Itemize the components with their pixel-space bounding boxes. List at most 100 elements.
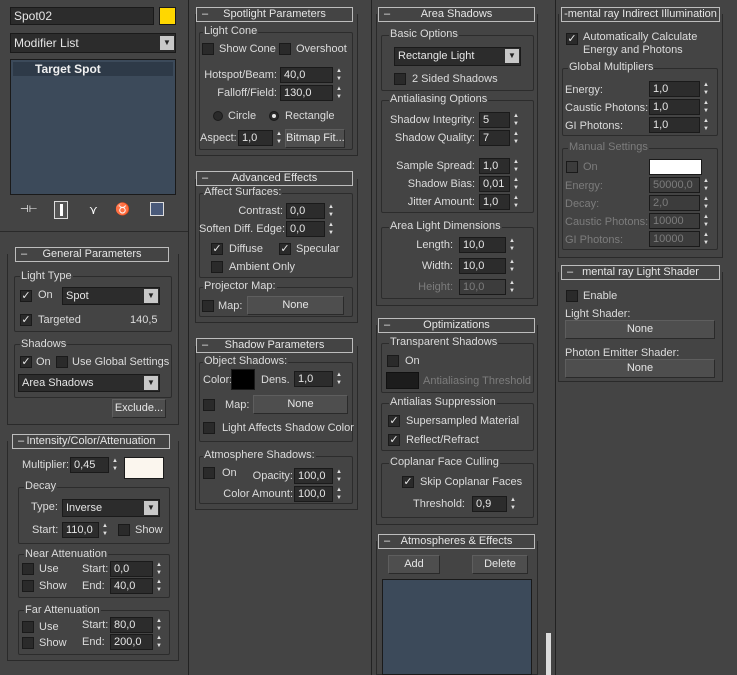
soften-value[interactable]: 0,0 xyxy=(286,221,325,237)
soften-spinner[interactable]: 0,0 ▲ ▼ xyxy=(286,221,336,237)
near-start-spinner[interactable]: 0,0 ▲ ▼ xyxy=(110,561,164,577)
shadow-map-button[interactable]: None xyxy=(253,395,348,414)
area-light-type-dropdown[interactable]: Rectangle Light ▼ xyxy=(394,47,521,66)
remove-modifier-icon[interactable]: ♉ xyxy=(115,202,130,216)
diffuse-checkbox[interactable]: ✓ xyxy=(211,243,223,255)
projector-map-checkbox[interactable] xyxy=(202,300,214,312)
threshold-spinner[interactable]: 0,9 ▲ ▼ xyxy=(472,496,518,512)
contrast-value[interactable]: 0,0 xyxy=(286,203,325,219)
ambient-only-checkbox[interactable] xyxy=(211,261,223,273)
decay-start-value[interactable]: 110,0 xyxy=(62,522,99,538)
skip-coplanar-faces-checkbox[interactable]: ✓ xyxy=(402,476,414,488)
shadows-on-checkbox[interactable]: ✓ xyxy=(20,356,32,368)
shadow-integrity-spinner[interactable]: 5 ▲ ▼ xyxy=(479,112,521,128)
modifier-list-dropdown[interactable]: Modifier List ▼ xyxy=(10,33,176,53)
general-parameters-header[interactable]: – General Parameters xyxy=(15,247,169,262)
shadow-quality-value[interactable]: 7 xyxy=(479,130,510,146)
indirect-illumination-header[interactable]: -mental ray Indirect Illumination xyxy=(561,7,720,22)
near-use-checkbox[interactable] xyxy=(22,563,34,575)
projector-map-button[interactable]: None xyxy=(247,296,344,315)
color-amount-spinner[interactable]: 100,0 ▲ ▼ xyxy=(294,486,344,502)
color-amount-value[interactable]: 100,0 xyxy=(294,486,333,502)
light-color-swatch[interactable] xyxy=(124,457,164,479)
near-end-value[interactable]: 40,0 xyxy=(110,578,153,594)
light-shader-header[interactable]: – mental ray Light Shader xyxy=(561,265,720,280)
shadow-bias-spinner[interactable]: 0,01 ▲ ▼ xyxy=(479,176,521,192)
multiplier-value[interactable]: 0,45 xyxy=(70,457,109,473)
length-spinner[interactable]: 10,0 ▲ ▼ xyxy=(459,237,517,253)
intensity-header[interactable]: – Intensity/Color/Attenuation xyxy=(12,434,170,449)
falloff-spinner[interactable]: 130,0 ▲ ▼ xyxy=(280,85,344,101)
photon-emitter-button[interactable]: None xyxy=(565,359,715,378)
object-color-swatch[interactable] xyxy=(159,7,176,25)
light-shader-button[interactable]: None xyxy=(565,320,715,339)
specular-checkbox[interactable]: ✓ xyxy=(279,243,291,255)
rectangle-radio[interactable] xyxy=(269,111,279,121)
light-affects-shadow-checkbox[interactable] xyxy=(203,422,215,434)
energy-value[interactable]: 1,0 xyxy=(649,81,700,97)
width-value[interactable]: 10,0 xyxy=(459,258,506,274)
near-start-value[interactable]: 0,0 xyxy=(110,561,153,577)
shadow-parameters-header[interactable]: – Shadow Parameters xyxy=(196,338,353,353)
far-use-checkbox[interactable] xyxy=(22,621,34,633)
far-show-checkbox[interactable] xyxy=(22,637,34,649)
far-start-value[interactable]: 80,0 xyxy=(110,617,153,633)
make-unique-icon[interactable]: ⋎ xyxy=(89,203,103,217)
light-on-checkbox[interactable]: ✓ xyxy=(20,290,32,302)
atmospheres-list[interactable] xyxy=(382,579,532,675)
far-start-spinner[interactable]: 80,0 ▲ ▼ xyxy=(110,617,164,633)
light-type-dropdown[interactable]: Spot ▼ xyxy=(62,287,160,305)
pin-stack-icon[interactable]: ⊣⊢ xyxy=(20,204,37,216)
bitmap-fit-button[interactable]: Bitmap Fit... xyxy=(285,129,345,148)
shadow-density-value[interactable]: 1,0 xyxy=(294,371,333,387)
near-end-spinner[interactable]: 40,0 ▲ ▼ xyxy=(110,578,164,594)
show-end-result-icon[interactable] xyxy=(54,201,68,219)
aspect-value[interactable]: 1,0 xyxy=(238,130,273,146)
caustic-photons-spinner[interactable]: 1,0 ▲ ▼ xyxy=(649,99,711,115)
exclude-button[interactable]: Exclude... xyxy=(112,399,166,418)
auto-calculate-checkbox[interactable]: ✓ xyxy=(566,33,578,45)
jitter-amount-spinner[interactable]: 1,0 ▲ ▼ xyxy=(479,194,521,210)
decay-start-spinner[interactable]: 110,0 ▲ ▼ xyxy=(62,522,110,538)
targeted-checkbox[interactable]: ✓ xyxy=(20,314,32,326)
shadow-type-dropdown[interactable]: Area Shadows ▼ xyxy=(18,374,160,392)
opacity-value[interactable]: 100,0 xyxy=(294,468,333,484)
far-end-value[interactable]: 200,0 xyxy=(110,634,153,650)
shadow-density-spinner[interactable]: 1,0 ▲ ▼ xyxy=(294,371,344,387)
add-atmosphere-button[interactable]: Add xyxy=(388,555,440,574)
threshold-value[interactable]: 0,9 xyxy=(472,496,507,512)
width-spinner[interactable]: 10,0 ▲ ▼ xyxy=(459,258,517,274)
show-cone-checkbox[interactable] xyxy=(202,43,214,55)
optimizations-header[interactable]: – Optimizations xyxy=(378,318,535,333)
opacity-spinner[interactable]: 100,0 ▲ ▼ xyxy=(294,468,344,484)
energy-spinner[interactable]: 1,0 ▲ ▼ xyxy=(649,81,711,97)
decay-type-dropdown[interactable]: Inverse ▼ xyxy=(62,499,160,517)
falloff-value[interactable]: 130,0 xyxy=(280,85,333,101)
panel-scrollbar[interactable] xyxy=(546,633,551,675)
gi-photons-spinner[interactable]: 1,0 ▲ ▼ xyxy=(649,117,711,133)
decay-show-checkbox[interactable] xyxy=(118,524,130,536)
atmosphere-on-checkbox[interactable] xyxy=(203,467,215,479)
overshoot-checkbox[interactable] xyxy=(279,43,291,55)
near-show-checkbox[interactable] xyxy=(22,580,34,592)
multiplier-spinner[interactable]: 0,45 ▲ ▼ xyxy=(70,457,120,473)
transparent-on-checkbox[interactable] xyxy=(387,355,399,367)
reflect-refract-checkbox[interactable]: ✓ xyxy=(388,434,400,446)
far-end-spinner[interactable]: 200,0 ▲ ▼ xyxy=(110,634,164,650)
aspect-spinner[interactable]: 1,0 ▲ ▼ xyxy=(238,130,284,146)
two-sided-shadows-checkbox[interactable] xyxy=(394,73,406,85)
gi-photons-value[interactable]: 1,0 xyxy=(649,117,700,133)
caustic-photons-value[interactable]: 1,0 xyxy=(649,99,700,115)
circle-radio[interactable] xyxy=(213,111,223,121)
shadow-integrity-value[interactable]: 5 xyxy=(479,112,510,128)
modifier-stack[interactable]: Target Spot xyxy=(10,59,176,195)
stack-item-target-spot[interactable]: Target Spot xyxy=(13,62,173,76)
configure-sets-icon[interactable] xyxy=(150,202,164,216)
advanced-effects-header[interactable]: – Advanced Effects xyxy=(196,171,353,186)
shadow-quality-spinner[interactable]: 7 ▲ ▼ xyxy=(479,130,521,146)
spotlight-parameters-header[interactable]: – Spotlight Parameters xyxy=(196,7,353,22)
hotspot-value[interactable]: 40,0 xyxy=(280,67,333,83)
contrast-spinner[interactable]: 0,0 ▲ ▼ xyxy=(286,203,336,219)
length-value[interactable]: 10,0 xyxy=(459,237,506,253)
sample-spread-spinner[interactable]: 1,0 ▲ ▼ xyxy=(479,158,521,174)
